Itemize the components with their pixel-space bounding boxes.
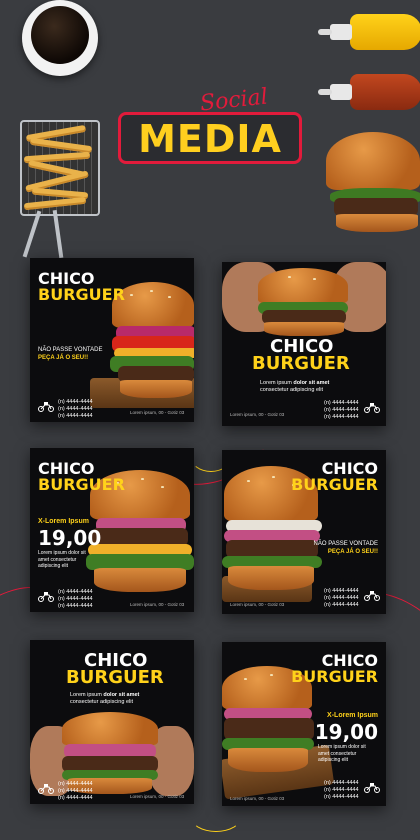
post-card: CHICO BURGUER Lorem ipsum dolor sit amet…: [30, 640, 194, 804]
phone-number: (n) 4444-4444: [324, 780, 359, 786]
burger-image: [258, 268, 348, 338]
brand-title-line2: BURGUER: [291, 475, 378, 494]
phone-number: (n) 4444-4444: [324, 588, 359, 594]
tagline: NÃO PASSE VONTADE: [313, 541, 378, 547]
delivery-moto-icon: [38, 784, 54, 794]
tagline: NÃO PASSE VONTADE: [38, 347, 103, 353]
phone-list: (n) 4444-4444 (n) 4444-4444 (n) 4444-444…: [324, 780, 359, 801]
address-text: Lorem ipsum, 00 - Gotiz 03: [130, 410, 185, 415]
phone-number: (n) 4444-4444: [58, 788, 93, 794]
phone-number: (n) 4444-4444: [324, 602, 359, 608]
body-text: Lorem ipsum dolor sit amet consectetur a…: [260, 380, 356, 394]
fries-basket-image: [20, 120, 100, 216]
price: 19,00: [314, 720, 378, 744]
delivery-moto-icon: [38, 592, 54, 602]
body-text-bold: dolor sit amet: [293, 380, 330, 386]
brand-title-line2: BURGUER: [252, 353, 350, 374]
body-text-pre: Lorem ipsum: [260, 380, 294, 386]
body-text-bold: dolor sit amet: [103, 692, 140, 698]
delivery-moto-icon: [364, 783, 380, 793]
mustard-bottle-image: [318, 14, 420, 50]
logo-word: MEDIA: [138, 117, 282, 161]
basket-handle: [52, 209, 64, 259]
body-text: Lorem ipsum dolor sit amet consectetur a…: [70, 692, 166, 706]
coffee-cup-image: [22, 0, 98, 76]
post-card: CHICO BURGUER X-Lorem Ipsum 19,00 Lorem …: [222, 642, 386, 806]
phone-number: (n) 4444-4444: [58, 603, 93, 609]
brand-title-line2: BURGUER: [66, 667, 164, 688]
post-card: CHICO BURGUER NÃO PASSE VONTADE PEÇA JÁ …: [222, 450, 386, 614]
brand-title-line2: BURGUER: [38, 285, 125, 304]
phone-list: (n) 4444-4444 (n) 4444-4444 (n) 4444-444…: [58, 589, 93, 610]
promo-name: X-Lorem Ipsum: [38, 518, 89, 525]
delivery-moto-icon: [38, 402, 54, 412]
social-media-logo: MEDIA: [118, 112, 302, 164]
address-text: Lorem ipsum, 00 - Gotiz 03: [130, 602, 185, 607]
phone-number: (n) 4444-4444: [58, 795, 93, 801]
phone-list: (n) 4444-4444 (n) 4444-4444 (n) 4444-444…: [58, 399, 93, 420]
hero-burger-image: [324, 130, 420, 245]
body-text-post: consectetur adipiscing elit: [70, 699, 133, 705]
phone-number: (n) 4444-4444: [324, 407, 359, 413]
phone-list: (n) 4444-4444 (n) 4444-4444 (n) 4444-444…: [324, 400, 359, 421]
phone-number: (n) 4444-4444: [58, 406, 93, 412]
address-text: Lorem ipsum, 00 - Gotiz 03: [230, 412, 285, 417]
brand-title-line2: BURGUER: [38, 475, 125, 494]
ketchup-bottle-image: [318, 74, 420, 110]
brand-title-line2: BURGUER: [291, 667, 378, 686]
delivery-moto-icon: [364, 591, 380, 601]
basket-handle: [22, 210, 42, 258]
phone-number: (n) 4444-4444: [324, 595, 359, 601]
address-text: Lorem ipsum, 00 - Gotiz 03: [130, 794, 185, 799]
body-text-post: consectetur adipiscing elit: [260, 387, 323, 393]
phone-list: (n) 4444-4444 (n) 4444-4444 (n) 4444-444…: [324, 588, 359, 609]
tagline-cta: PEÇA JÁ O SEU!!: [38, 355, 89, 361]
phone-number: (n) 4444-4444: [58, 781, 93, 787]
post-card: CHICO BURGUER NÃO PASSE VONTADE PEÇA JÁ …: [30, 258, 194, 422]
phone-number: (n) 4444-4444: [58, 589, 93, 595]
delivery-moto-icon: [364, 403, 380, 413]
tagline-cta: PEÇA JÁ O SEU!!: [327, 549, 378, 555]
post-card: CHICO BURGUER X-Lorem Ipsum 19,00 Lorem …: [30, 448, 194, 612]
phone-number: (n) 4444-4444: [324, 400, 359, 406]
address-text: Lorem ipsum, 00 - Gotiz 03: [230, 602, 285, 607]
phone-number: (n) 4444-4444: [58, 596, 93, 602]
address-text: Lorem ipsum, 00 - Gotiz 03: [230, 796, 285, 801]
post-card: CHICO BURGUER Lorem ipsum dolor sit amet…: [222, 262, 386, 426]
body-text: Lorem ipsum dolor sit amet consectetur a…: [38, 550, 86, 569]
body-text-pre: Lorem ipsum: [70, 692, 104, 698]
phone-number: (n) 4444-4444: [58, 399, 93, 405]
promo-name: X-Lorem Ipsum: [327, 712, 378, 719]
phone-number: (n) 4444-4444: [324, 794, 359, 800]
phone-number: (n) 4444-4444: [324, 787, 359, 793]
phone-list: (n) 4444-4444 (n) 4444-4444 (n) 4444-444…: [58, 781, 93, 802]
body-text: Lorem ipsum dolor sit amet consectetur a…: [318, 744, 366, 763]
phone-number: (n) 4444-4444: [58, 413, 93, 419]
price: 19,00: [38, 526, 102, 550]
phone-number: (n) 4444-4444: [324, 414, 359, 420]
